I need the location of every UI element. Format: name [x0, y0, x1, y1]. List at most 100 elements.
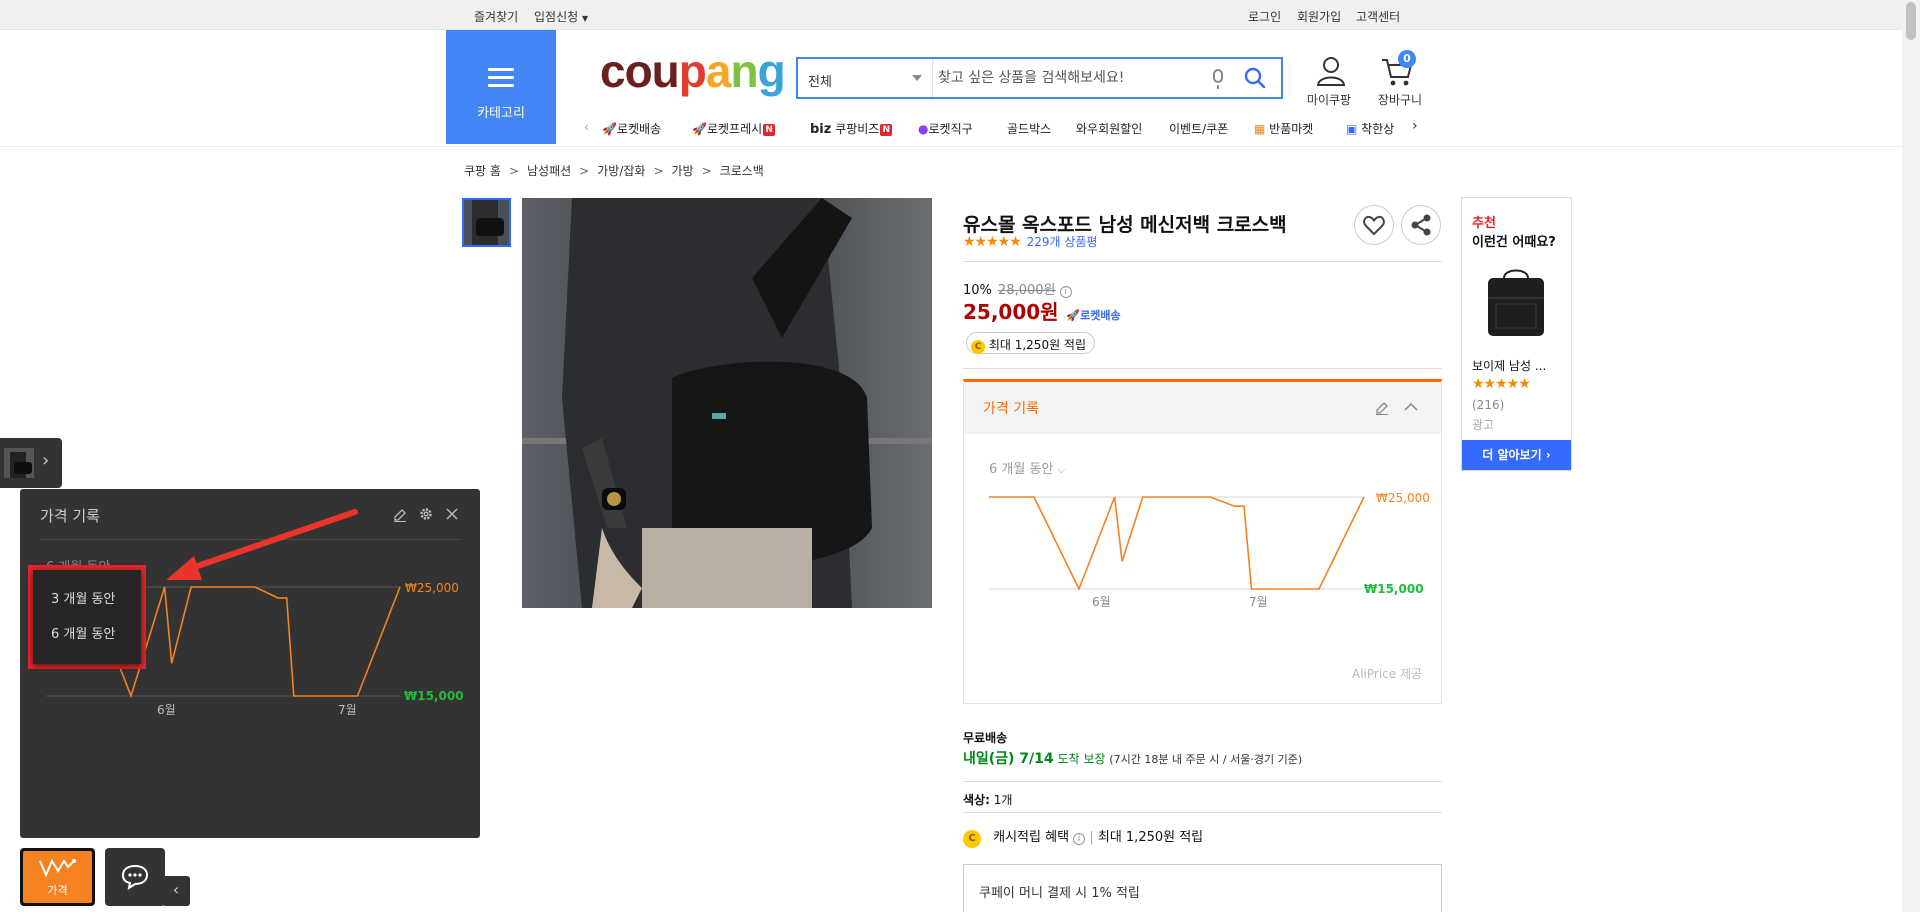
- nav-rocket-direct[interactable]: ●로켓직구: [918, 120, 973, 137]
- recommend-question: 이런건 어때요?: [1472, 235, 1556, 250]
- price-tool-label: 가격: [47, 884, 68, 897]
- edit-icon[interactable]: [1374, 400, 1390, 416]
- product-rating[interactable]: ★★★★★ 229개 상품평: [963, 233, 1097, 250]
- coupay-text: 쿠페이 머니 결제 시 1% 적립: [979, 886, 1140, 901]
- price-tool-button[interactable]: 가격: [20, 848, 95, 906]
- recommend-stars: ★★★★★: [1472, 376, 1531, 392]
- price-history-header: 가격 기록: [964, 382, 1441, 434]
- chart-max-label: ₩25,000: [1376, 491, 1430, 505]
- new-badge: N: [880, 124, 893, 136]
- cart-label: 장바구니: [1377, 93, 1423, 107]
- rocket-icon: 🚀: [602, 122, 617, 136]
- scrollbar-thumb[interactable]: [1906, 2, 1916, 40]
- share-icon: [1411, 214, 1431, 236]
- search-input[interactable]: [938, 63, 1208, 93]
- nav-good-seller[interactable]: ▣ 착한상: [1346, 120, 1398, 137]
- wishlist-button[interactable]: [1354, 205, 1394, 245]
- close-icon[interactable]: [446, 508, 458, 520]
- breadcrumb-bags-accessories[interactable]: 가방/잡화: [597, 164, 645, 178]
- price-series-line: [989, 496, 1365, 591]
- chart-xtick: 6월: [157, 703, 176, 717]
- aliprice-credit: AliPrice 제공: [1352, 667, 1423, 681]
- chart-min-label: ₩15,000: [404, 689, 464, 703]
- shop-icon: ▣: [1346, 122, 1358, 136]
- period-option-3-months[interactable]: 3 개월 동안: [51, 588, 115, 607]
- chat-button[interactable]: [105, 848, 165, 906]
- price-chart: ₩25,000 ₩15,000 6월 7월: [989, 491, 1430, 609]
- chevron-right-icon: ›: [42, 450, 50, 471]
- collapse-chevron-left-icon[interactable]: ‹: [162, 876, 190, 906]
- arrival-guarantee: 도착 보장: [1057, 752, 1106, 766]
- category-nav: ‹ 🚀로켓배송 🚀로켓프레시 N biz 쿠팡비즈 N ●로켓직구 골드박스 와우회…: [580, 118, 1460, 140]
- period-option-6-months[interactable]: 6 개월 동안: [51, 623, 115, 642]
- cash-benefit-row: C 캐시적립 혜택 i | 최대 1,250원 적립: [963, 826, 1203, 848]
- breadcrumb-crossbody[interactable]: 크로스백: [720, 164, 764, 178]
- breadcrumb-home[interactable]: 쿠팡 홈: [464, 164, 501, 178]
- globe-rocket-icon: ●: [918, 122, 929, 136]
- category-menu-button[interactable]: 카테고리: [446, 30, 556, 144]
- edit-icon[interactable]: [392, 507, 408, 523]
- price-history-title: 가격 기록: [983, 401, 1039, 417]
- chevron-down-icon: [912, 75, 922, 81]
- nav-wow-discount[interactable]: 와우회원할인: [1076, 120, 1142, 137]
- chevron-up-icon[interactable]: [1404, 402, 1418, 412]
- search-category-select[interactable]: 전체: [798, 59, 933, 97]
- info-icon[interactable]: i: [1073, 833, 1086, 845]
- customer-center-link[interactable]: 고객센터: [1356, 8, 1400, 25]
- product-main-image[interactable]: [522, 198, 932, 608]
- recommend-item-name[interactable]: 보이제 남성 ...: [1472, 357, 1546, 374]
- nav-rocket-fresh[interactable]: 🚀로켓프레시 N: [692, 120, 776, 137]
- price-history-panel: 가격 기록 6 개월 동안 ⌵ ₩25,000 ₩15,000 6월 7월 Al…: [963, 379, 1442, 704]
- share-button[interactable]: [1401, 205, 1441, 245]
- header-divider: [0, 146, 1920, 147]
- cash-reward-text: 최대 1,250원 적립: [988, 338, 1087, 352]
- coupay-box: 쿠페이 머니 결제 시 1% 적립: [963, 864, 1442, 912]
- mypage-button[interactable]: 마이쿠팡: [1307, 54, 1352, 110]
- favorites-link[interactable]: 즐겨찾기: [474, 8, 518, 25]
- search-bar: 전체: [796, 57, 1283, 99]
- chart-xtick: 7월: [1249, 595, 1268, 609]
- chart-min-label: ₩15,000: [1364, 582, 1424, 596]
- breadcrumb-bags[interactable]: 가방: [672, 164, 694, 178]
- review-count-link[interactable]: 229개 상품평: [1027, 235, 1098, 249]
- breadcrumb-mens-fashion[interactable]: 남성패션: [527, 164, 571, 178]
- top-bar: [0, 0, 1920, 30]
- side-collapse-tab[interactable]: ›: [0, 438, 62, 488]
- period-dropdown-highlight: 3 개월 동안 6 개월 동안: [28, 565, 146, 669]
- divider: [963, 261, 1442, 262]
- learn-more-button[interactable]: 더 알아보기 ›: [1462, 440, 1571, 470]
- recommended-product-image[interactable]: [1476, 268, 1556, 338]
- arrival-detail: (7시간 18분 내 주문 시 / 서울⋅경기 기준): [1109, 753, 1303, 766]
- chat-bubble-icon: [121, 864, 149, 890]
- price-tool-inner: 가격: [23, 851, 92, 903]
- nav-event-coupon[interactable]: 이벤트/쿠폰: [1169, 120, 1228, 137]
- nav-return-market[interactable]: ▦ 반품마켓: [1254, 120, 1313, 137]
- ad-label: 광고: [1472, 418, 1495, 432]
- seller-apply-label: 입점신청: [534, 10, 579, 24]
- coupang-logo[interactable]: coupang: [600, 48, 786, 94]
- seller-apply-link[interactable]: 입점신청 ▼: [534, 8, 588, 25]
- product-thumbnail[interactable]: [462, 198, 511, 247]
- price-chart-icon: [38, 858, 76, 878]
- search-icon[interactable]: [1242, 65, 1268, 91]
- rocket-green-icon: 🚀: [692, 122, 707, 136]
- rating-stars: ★★★★★: [963, 234, 1022, 250]
- microphone-icon[interactable]: [1213, 69, 1223, 89]
- annotation-arrow: [166, 509, 358, 580]
- gear-icon[interactable]: [418, 506, 434, 522]
- signup-link[interactable]: 회원가입: [1297, 8, 1341, 25]
- nav-gold-box[interactable]: 골드박스: [1007, 120, 1051, 137]
- new-badge: N: [763, 124, 776, 136]
- nav-prev-icon[interactable]: ‹: [584, 120, 589, 134]
- arrival-date: 내일(금) 7/14: [963, 751, 1054, 767]
- nav-next-icon[interactable]: ›: [1412, 118, 1418, 134]
- page-scrollbar[interactable]: [1902, 0, 1920, 912]
- mypage-label: 마이쿠팡: [1306, 93, 1352, 107]
- coin-icon: C: [971, 340, 985, 354]
- login-link[interactable]: 로그인: [1248, 8, 1281, 25]
- recommend-reviews: (216): [1472, 398, 1505, 412]
- nav-coupang-biz[interactable]: biz 쿠팡비즈 N: [810, 120, 893, 137]
- heart-icon: [1363, 215, 1385, 236]
- nav-rocket-delivery[interactable]: 🚀로켓배송: [602, 120, 661, 137]
- period-select[interactable]: 6 개월 동안 ⌵: [989, 458, 1065, 477]
